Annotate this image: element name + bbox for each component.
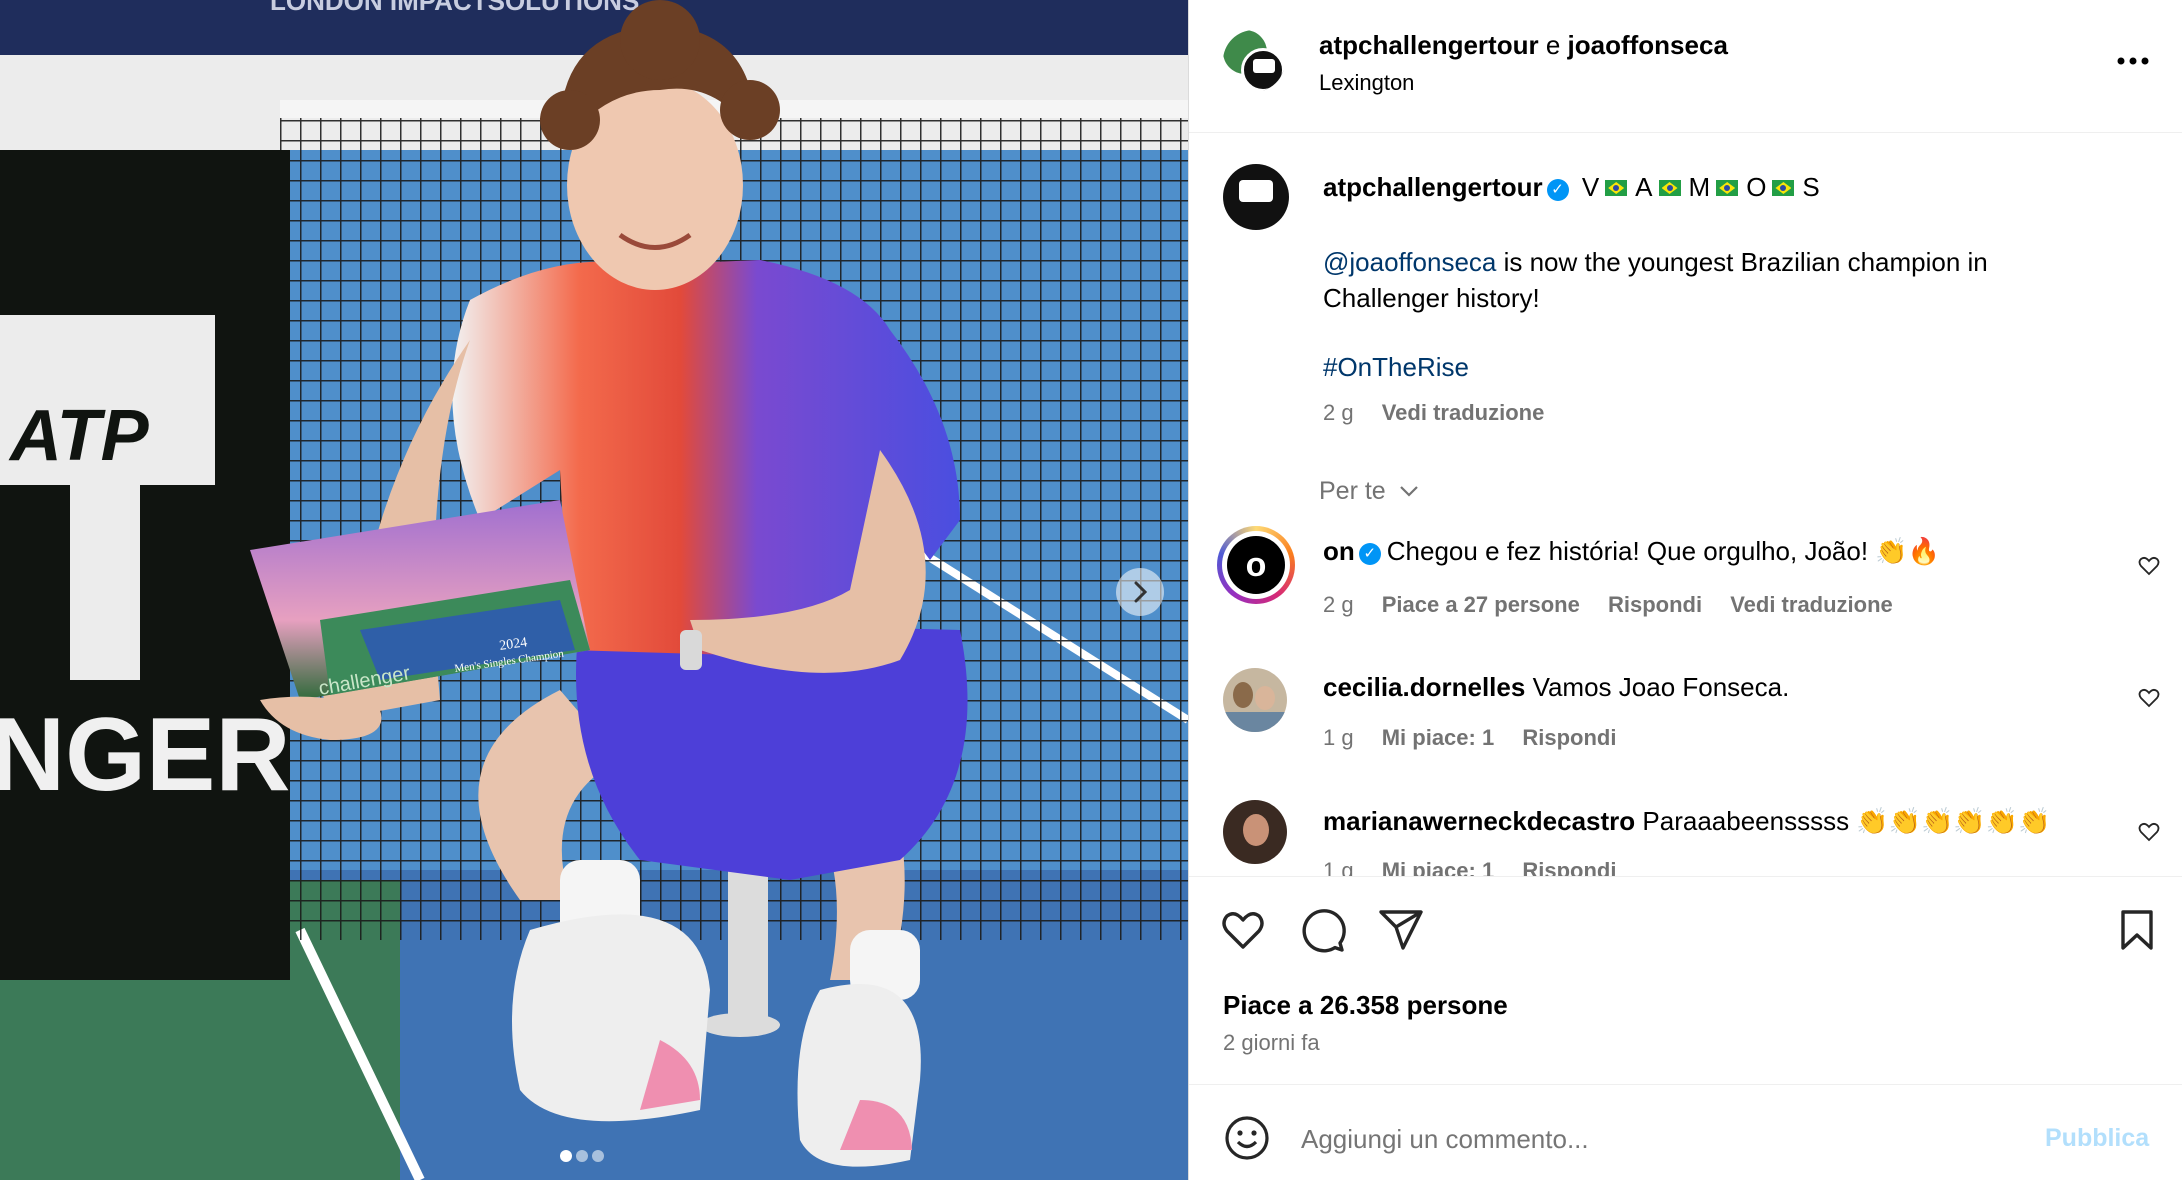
comment-like-heart-icon[interactable] [2137,820,2161,844]
comment-username[interactable]: cecilia.dornelles [1323,672,1525,702]
location-link[interactable]: Lexington [1319,70,1414,96]
caption-meta: 2 g Vedi traduzione [1323,400,1544,426]
author2-link[interactable]: joaoffonseca [1568,30,1728,60]
caption-letters: VAMOS [1582,172,1820,202]
paper-plane-icon[interactable] [1377,906,1425,954]
caption-letter: O [1746,172,1767,202]
verified-badge-icon: ✓ [1546,179,1569,201]
header-authors: atpchallengertour e joaoffonseca [1319,30,1728,61]
comment-username[interactable]: marianawerneckdecastro [1323,806,1635,836]
brazil-flag-icon [1772,180,1795,196]
caption-letter: M [1688,172,1711,202]
more-horizontal-icon [2117,57,2149,65]
comment-time: 2 g [1323,592,1354,617]
emoji-icon[interactable] [1223,1114,1271,1162]
brazil-flag-icon [1605,180,1628,196]
sign-atp: ATP [8,396,150,476]
comment-translate-link[interactable]: Vedi traduzione [1730,592,1893,617]
more-options-button[interactable] [2113,46,2153,76]
comment-likes[interactable]: Mi piace: 1 [1382,858,1494,876]
comment-like-heart-icon[interactable] [2137,686,2161,710]
caption-body: @joaoffonseca is now the youngest Brazil… [1323,244,1988,316]
caption-letter: A [1635,172,1653,202]
carousel-dot-3 [592,1150,604,1162]
comment-likes[interactable]: Mi piace: 1 [1382,725,1494,750]
caption-title-line: atpchallengertour ✓ V A M O S [1323,172,1820,203]
caption-text-1: is now the youngest Brazilian champion i… [1496,247,1988,277]
divider [1189,876,2182,877]
post-photo[interactable]: LONDON IMPACTSOLUTIONS ATP NGER challeng… [0,0,1188,1180]
comment-reply-button[interactable]: Rispondi [1608,592,1702,617]
hashtag-link[interactable]: #OnTheRise [1323,352,1469,383]
caption-translate-link[interactable]: Vedi traduzione [1382,400,1545,425]
comment-text: Paraaabeensssss 👏👏👏👏👏👏 [1642,806,2051,836]
comments-list: o on ✓ Chegou e fez história! Que orgulho,… [1189,520,2182,876]
comment-username[interactable]: on [1323,536,1355,566]
comment-text-line: cecilia.dornelles Vamos Joao Fonseca. [1323,672,1789,703]
comment-meta: 1 g Mi piace: 1 Rispondi [1323,858,1616,876]
bookmark-icon[interactable] [2113,906,2161,954]
caption-avatar[interactable] [1223,164,1289,230]
banner-text: LONDON IMPACTSOLUTIONS [270,0,639,16]
caption-letter: S [1802,172,1820,202]
comment-likes[interactable]: Piace a 27 persone [1382,592,1580,617]
divider [1189,1084,2182,1085]
carousel-indicator [560,1150,604,1162]
comment-reply-button[interactable]: Rispondi [1522,725,1616,750]
caption-letter: V [1581,172,1600,202]
caption-username[interactable]: atpchallengertour [1323,172,1543,202]
comment-text: Chegou e fez história! Que orgulho, João… [1386,536,1941,566]
comment-like-heart-icon[interactable] [2137,554,2161,578]
comment-time: 1 g [1323,858,1354,876]
sign-word: NGER [0,697,290,813]
comment-avatar-cecilia[interactable] [1223,668,1287,732]
carousel-dot-2 [576,1150,588,1162]
brazil-flag-icon [1658,180,1681,196]
comment-time: 1 g [1323,725,1354,750]
author-avatar[interactable] [1223,30,1285,92]
heart-icon[interactable] [1219,906,1267,954]
mention-link[interactable]: @joaoffonseca [1323,247,1496,277]
likes-count[interactable]: Piace a 26.358 persone [1223,990,1508,1021]
carousel-dot-1 [560,1150,572,1162]
verified-badge-icon: ✓ [1358,543,1381,565]
comment-input[interactable] [1299,1116,1963,1162]
comment-text: Vamos Joao Fonseca. [1532,672,1790,702]
comment-meta: 1 g Mi piace: 1 Rispondi [1323,725,1616,751]
comment-reply-button[interactable]: Rispondi [1522,858,1616,876]
comment-sort-label: Per te [1319,477,1386,505]
photo-scene: LONDON IMPACTSOLUTIONS ATP NGER challeng… [0,0,1188,1180]
brazil-flag-icon [1716,180,1739,196]
comment-text-line: on ✓ Chegou e fez história! Que orgulho, J… [1323,536,1940,567]
divider [1189,132,2182,133]
comment-avatar-on[interactable]: o [1217,526,1295,604]
chevron-right-icon [1134,581,1148,603]
caption-text-2: Challenger history! [1323,283,1540,313]
post-date[interactable]: 2 giorni fa [1223,1030,1320,1056]
header-joiner: e [1545,30,1561,60]
chevron-down-icon [1399,486,1418,497]
comment-text-line: marianawerneckdecastro Paraaabeensssss 👏… [1323,806,2051,837]
publish-button[interactable]: Pubblica [2045,1124,2149,1153]
caption-time: 2 g [1323,400,1354,425]
author1-link[interactable]: atpchallengertour [1319,30,1539,60]
carousel-next-button[interactable] [1116,568,1164,616]
comment-meta: 2 g Piace a 27 persone Rispondi Vedi tra… [1323,592,1893,618]
comment-icon[interactable] [1299,906,1347,954]
comment-avatar-mariana[interactable] [1223,800,1287,864]
comment-sort-dropdown[interactable]: Per te [1319,477,1421,506]
post-panel: atpchallengertour e joaoffonseca Lexingt… [1188,0,2182,1180]
